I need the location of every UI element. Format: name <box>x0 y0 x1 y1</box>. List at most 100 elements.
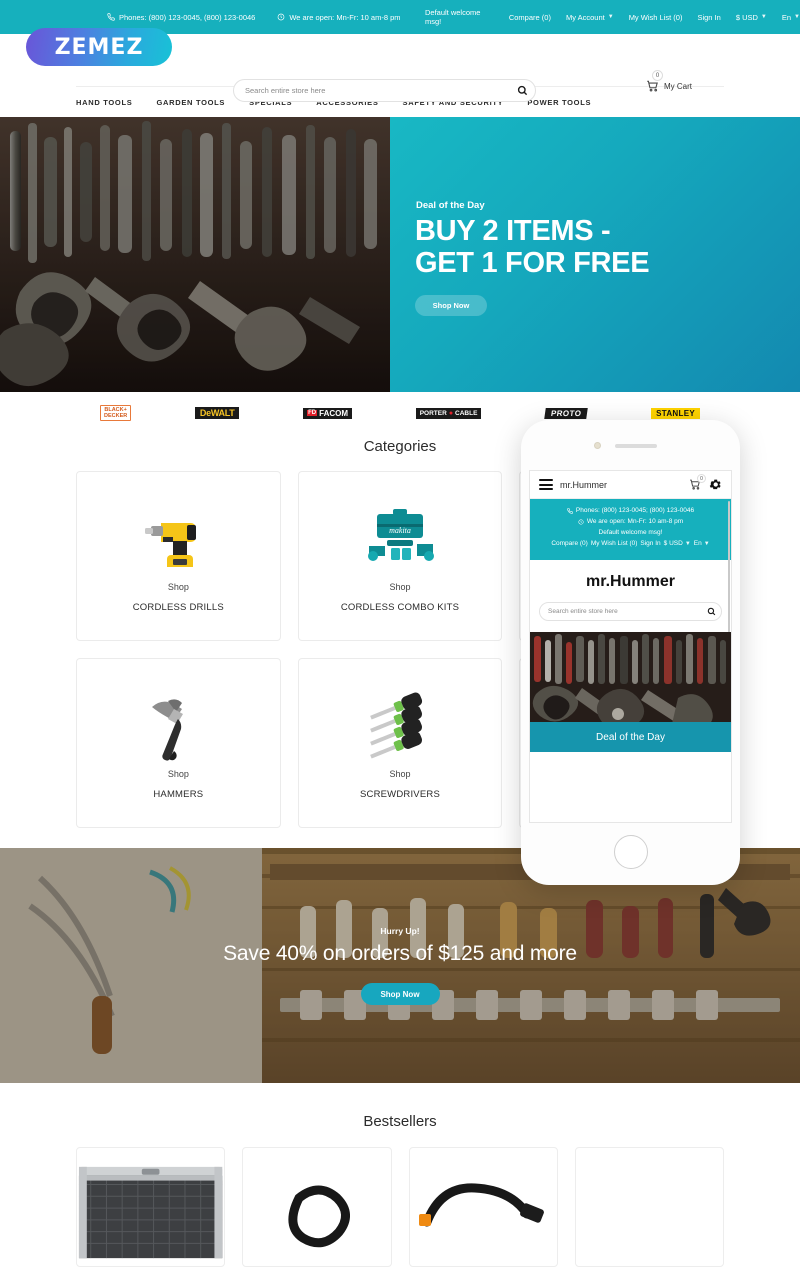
bestseller-card-1[interactable] <box>76 1147 226 1267</box>
brand-logo-facom[interactable]: FD FACOM <box>303 405 353 421</box>
promo-shop-now-button[interactable]: Shop Now <box>360 983 440 1005</box>
search-input[interactable] <box>234 86 509 95</box>
brand-logo-porter-cable[interactable]: PORTER ● CABLE <box>415 405 482 421</box>
phone-hours-label: We are open: Mn-Fr: 10 am-8 pm <box>586 518 684 525</box>
gear-icon[interactable] <box>709 478 722 491</box>
search-icon[interactable] <box>701 607 721 616</box>
category-shop-label: Shop <box>389 769 411 779</box>
search-icon <box>517 85 528 96</box>
brand-facom-badge: FD <box>307 410 318 416</box>
search-button[interactable] <box>509 85 535 96</box>
hero-title: BUY 2 ITEMS - GET 1 FOR FREE <box>415 215 650 280</box>
site-header: ZEMEZ 0 My Cart <box>0 28 800 102</box>
bestseller-card-2[interactable] <box>242 1147 392 1267</box>
category-shop-label: Shop <box>389 582 411 592</box>
phone-link-compare[interactable]: Compare (0) <box>551 540 587 547</box>
phone-scrollbar[interactable] <box>728 501 730 641</box>
cart-count-badge: 0 <box>652 70 663 81</box>
top-link-my-account-label: My Account <box>565 12 605 22</box>
brand-logo-proto[interactable]: PROTO <box>544 405 589 421</box>
bestseller-card-4[interactable] <box>574 1147 724 1267</box>
category-card-screwdrivers[interactable]: Shop SCREWDRIVERS <box>297 658 503 828</box>
bestseller-card-3[interactable] <box>408 1147 558 1267</box>
top-link-currency-label: $ USD <box>735 12 758 22</box>
top-link-my-account[interactable]: My Account ▼ <box>566 13 614 22</box>
phone-mockup: mr.Hummer 0 Phones: (800) 123-0045; (800… <box>521 420 740 885</box>
hamburger-menu-icon[interactable] <box>539 479 553 490</box>
search-box[interactable] <box>233 79 536 102</box>
cart-widget[interactable]: 0 My Cart <box>645 70 692 93</box>
hero-title-line2: GET 1 FOR FREE <box>415 247 650 280</box>
brand-logo-dewalt[interactable]: DeWALT <box>194 405 240 421</box>
brand-black-decker-mark: BLACK+ DECKER <box>100 404 132 422</box>
brand-facom-text: FACOM <box>319 408 349 418</box>
nav-item-hand-tools[interactable]: HAND TOOLS <box>76 98 132 107</box>
cart-label: My Cart <box>664 81 692 91</box>
bestsellers-title: Bestsellers <box>363 1113 437 1130</box>
phone-deal-banner[interactable]: Deal of the Day <box>530 722 731 752</box>
phone-cart-widget[interactable]: 0 <box>688 474 706 491</box>
tool-case-image <box>78 1166 223 1259</box>
category-name: HAMMERS <box>153 789 204 800</box>
phone-icon <box>107 13 115 21</box>
cart-icon-wrap: 0 <box>645 70 663 93</box>
phone-hero-image[interactable] <box>530 632 731 722</box>
black-cable-image <box>419 1183 545 1227</box>
brand-black-decker-line2: DECKER <box>104 413 128 419</box>
category-card-hammers[interactable]: Shop HAMMERS <box>76 658 281 828</box>
phone-phones-label: Phones: (800) 123-0045; (800) 123-0046 <box>575 507 695 514</box>
phone-speaker-icon <box>615 444 657 448</box>
phone-link-sign-in-label: Sign In <box>640 540 661 547</box>
hero-title-line1: BUY 2 ITEMS - <box>415 215 611 247</box>
hero-tools-illustration <box>0 117 390 392</box>
top-link-language[interactable]: En ▼ <box>782 13 800 22</box>
brand-logo-stanley[interactable]: STANLEY <box>651 405 700 421</box>
phone-home-button[interactable] <box>613 835 648 869</box>
chevron-down-icon: ▼ <box>760 14 767 20</box>
phone-search-box[interactable] <box>539 602 722 621</box>
phone-store-logo: mr.Hummer <box>586 573 675 590</box>
combo-kit-icon: makita <box>361 500 439 578</box>
category-shop-label: Shop <box>167 769 189 779</box>
clock-icon <box>578 518 584 525</box>
category-card-cordless-drills[interactable]: Shop CORDLESS DRILLS <box>76 471 281 641</box>
phone-hero-tools-illustration <box>530 632 731 722</box>
phone-search-input[interactable] <box>540 608 701 615</box>
brand-cable-text: CABLE <box>455 409 478 417</box>
top-link-compare-label: Compare (0) <box>508 12 551 22</box>
hours-label: We are open: Mn-Fr: 10 am-8 pm <box>289 12 401 22</box>
phone-info-bar: Phones: (800) 123-0045; (800) 123-0046 W… <box>530 499 731 560</box>
brand-dewalt-mark: DeWALT <box>194 407 240 419</box>
phone-link-wish-list[interactable]: My Wish List (0) <box>591 540 638 547</box>
phone-link-compare-label: Compare (0) <box>551 540 588 547</box>
phone-link-currency[interactable]: $ USD ▼ <box>664 540 691 547</box>
phone-icon <box>567 507 573 514</box>
top-link-currency[interactable]: $ USD ▼ <box>736 13 767 22</box>
black-strap-image <box>288 1185 350 1248</box>
phone-link-sign-in[interactable]: Sign In <box>640 540 660 547</box>
svg-text:makita: makita <box>389 526 411 535</box>
top-link-language-label: En <box>781 12 792 22</box>
hero-content-panel: Deal of the Day BUY 2 ITEMS - GET 1 FOR … <box>390 117 800 392</box>
brand-stanley-mark: STANLEY <box>651 407 700 419</box>
hero-shop-now-button[interactable]: Shop Now <box>415 295 487 316</box>
bestsellers-grid <box>76 1147 724 1267</box>
clock-icon <box>277 13 285 21</box>
chevron-down-icon: ▼ <box>607 14 614 20</box>
top-link-sign-in[interactable]: Sign In <box>697 13 720 22</box>
brand-logo-black-decker[interactable]: BLACK+ DECKER <box>100 404 132 422</box>
phone-link-language[interactable]: En ▼ <box>694 540 710 547</box>
category-card-cordless-combo-kits[interactable]: makita Shop CORDLESS COMBO KITS <box>297 471 503 641</box>
zemez-logo[interactable]: ZEMEZ <box>26 28 172 66</box>
phone-topbar: mr.Hummer 0 <box>530 471 731 499</box>
nav-item-garden-tools[interactable]: GARDEN TOOLS <box>156 98 225 107</box>
brand-proto-mark: PROTO <box>544 407 589 419</box>
top-link-wish-list[interactable]: My Wish List (0) <box>629 13 683 22</box>
top-link-compare[interactable]: Compare (0) <box>509 13 551 22</box>
phone-screen: mr.Hummer 0 Phones: (800) 123-0045; (800… <box>529 470 732 823</box>
phone-cart-count-badge: 0 <box>697 474 706 483</box>
phone-link-language-label: En <box>693 540 702 547</box>
zemez-logo-text: ZEMEZ <box>54 34 144 60</box>
nav-item-power-tools[interactable]: POWER TOOLS <box>527 98 591 107</box>
category-name: CORDLESS DRILLS <box>132 602 224 613</box>
